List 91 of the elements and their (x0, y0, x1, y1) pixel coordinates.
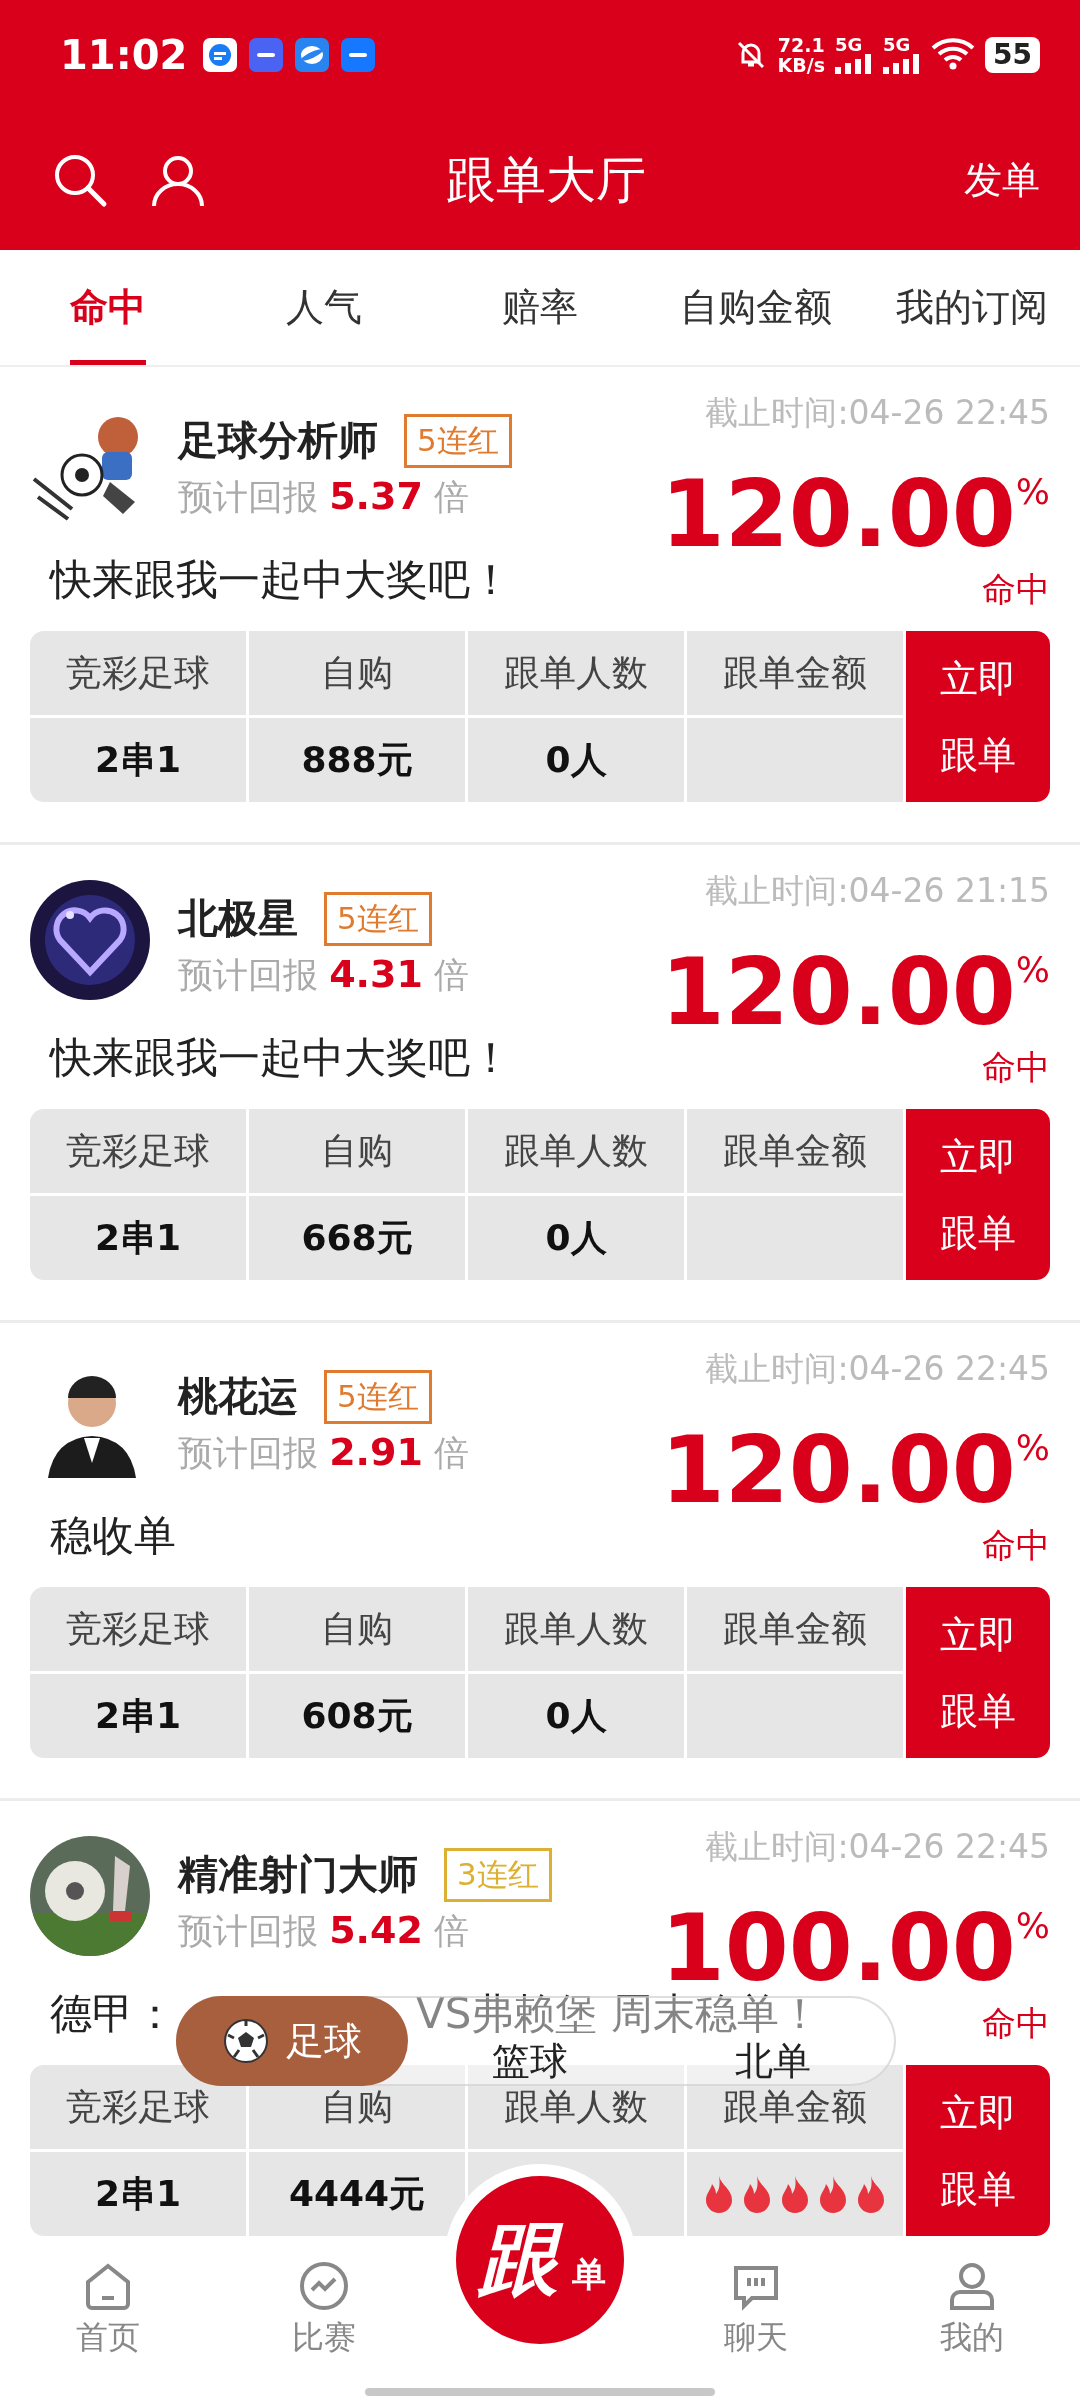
hit-rate-label: 命中 (982, 2002, 1050, 2045)
table-header: 自购 (249, 1587, 465, 1671)
flame-icon (780, 2175, 810, 2213)
slogan-text: 快来跟我一起中大奖吧！ (50, 554, 512, 606)
user-name: 精准射门大师 (178, 1850, 418, 1899)
app-icon (341, 38, 376, 72)
app-icon (295, 38, 330, 72)
flame-icon (856, 2175, 886, 2213)
search-icon[interactable] (52, 152, 108, 208)
network-type: 5G (883, 36, 911, 54)
nav-item[interactable]: 我的 (940, 2260, 1004, 2360)
table-header: 竞彩足球 (30, 631, 246, 715)
hit-rate-label: 命中 (982, 1046, 1050, 1089)
table-cell: 888元 (249, 718, 465, 802)
table-header: 竞彩足球 (30, 1109, 246, 1193)
streak-badge: 5连红 (324, 891, 432, 946)
network-speed: 72.1 (777, 35, 826, 55)
streak-badge: 5连红 (324, 1369, 432, 1424)
table-cell: 608元 (249, 1674, 465, 1758)
app-icon (249, 38, 284, 72)
table-cell: 2串1 (30, 1674, 246, 1758)
table-cell: 0人 (468, 718, 684, 802)
table-cell: 668元 (249, 1196, 465, 1280)
battery-indicator: 55 (985, 37, 1040, 73)
follow-button[interactable]: 立即跟单 (906, 2065, 1050, 2236)
table-header: 跟单金额 (687, 631, 903, 715)
publish-button[interactable]: 发单 (964, 154, 1040, 206)
signal-icon (883, 54, 922, 74)
flame-icon (742, 2175, 772, 2213)
streak-badge: 3连红 (444, 1847, 552, 1902)
nav-item[interactable]: 聊天 (724, 2260, 788, 2360)
hit-rate: 120.00$^{%}$ (660, 1416, 1050, 1523)
hit-rate: 120.00$^{%}$ (660, 460, 1050, 567)
table-header: 竞彩足球 (30, 1587, 246, 1671)
expected-return: 预计回报 5.37 倍 (178, 474, 471, 520)
tab[interactable]: 命中 (70, 250, 146, 365)
user-name: 桃花运 (178, 1372, 298, 1421)
table-header: 跟单金额 (687, 1587, 903, 1671)
trend-chart-icon (298, 2260, 350, 2312)
wifi-icon (931, 38, 976, 72)
table-header: 自购 (249, 1109, 465, 1193)
table-cell: 0人 (468, 1674, 684, 1758)
table-header: 跟单人数 (468, 631, 684, 715)
hit-rate-label: 命中 (982, 568, 1050, 611)
deadline-text: 截止时间:04-26 22:45 (705, 1826, 1050, 1868)
status-time: 11:02 (60, 32, 188, 78)
flame-icon (704, 2175, 734, 2213)
sport-tab[interactable]: 足球 (176, 1996, 408, 2086)
app-icon (203, 38, 238, 72)
expected-return: 预计回报 5.42 倍 (178, 1908, 471, 1954)
table-cell: 2串1 (30, 718, 246, 802)
table-header: 自购 (249, 631, 465, 715)
network-type: 5G (835, 36, 863, 54)
table-cell: 2串1 (30, 2152, 246, 2236)
table-header: 跟单人数 (468, 1587, 684, 1671)
soccer-ball-icon (222, 2017, 270, 2065)
table-header: 跟单人数 (468, 1109, 684, 1193)
hit-rate-label: 命中 (982, 1524, 1050, 1567)
nav-item[interactable]: 比赛 (292, 2260, 356, 2360)
tab[interactable]: 我的订阅 (864, 250, 1080, 365)
deadline-text: 截止时间:04-26 22:45 (705, 392, 1050, 434)
user-name: 足球分析师 (178, 416, 378, 465)
table-header: 跟单金额 (687, 1109, 903, 1193)
signal-icon (835, 54, 874, 74)
table-cell: 0人 (468, 1196, 684, 1280)
speed-unit: KB/s (777, 55, 826, 75)
flame-icon (818, 2175, 848, 2213)
tab[interactable]: 自购金额 (648, 250, 864, 365)
table-header: 竞彩足球 (30, 2065, 246, 2149)
table-cell: 2串1 (30, 1196, 246, 1280)
user-name: 北极星 (178, 894, 298, 943)
nav-item[interactable]: 首页 (76, 2260, 140, 2360)
slogan-text: 稳收单 (50, 1510, 176, 1562)
tab[interactable]: 人气 (216, 250, 432, 365)
expected-return: 预计回报 2.91 倍 (178, 1430, 471, 1476)
fab-sub-text: 单 (572, 2253, 606, 2296)
tab[interactable]: 赔率 (432, 250, 648, 365)
hit-rate: 120.00$^{%}$ (660, 938, 1050, 1045)
follow-button[interactable]: 立即跟单 (906, 1109, 1050, 1280)
slogan-text: 快来跟我一起中大奖吧！ (50, 1032, 512, 1084)
fab-main-text: 跟 (474, 2210, 572, 2310)
follow-button[interactable]: 立即跟单 (906, 1587, 1050, 1758)
slogan-text: 德甲： (50, 1988, 176, 2040)
deadline-text: 截止时间:04-26 21:15 (705, 870, 1050, 912)
deadline-text: 截止时间:04-26 22:45 (705, 1348, 1050, 1390)
streak-badge: 5连红 (404, 413, 512, 468)
table-cell: 4444元 (249, 2152, 465, 2236)
follow-button[interactable]: 立即跟单 (906, 631, 1050, 802)
page-title: 跟单大厅 (446, 149, 646, 211)
expected-return: 预计回报 4.31 倍 (178, 952, 471, 998)
slogan-text: VS弗赖堡 周末稳单！ (416, 1988, 821, 2040)
